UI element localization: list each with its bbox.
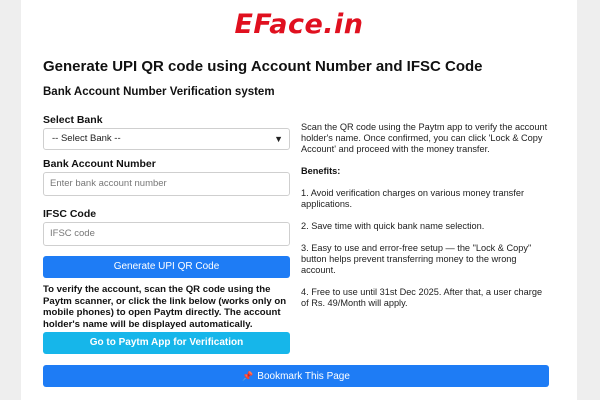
ifsc-input[interactable]: IFSC code: [43, 222, 290, 246]
bank-label: Select Bank: [43, 114, 103, 126]
pushpin-icon: 📌: [242, 371, 254, 381]
bookmark-button[interactable]: 📌 Bookmark This Page: [43, 365, 549, 387]
page-subtitle: Bank Account Number Verification system: [43, 86, 275, 98]
benefits-heading: Benefits:: [301, 166, 341, 176]
site-logo[interactable]: EFace.in: [21, 9, 577, 40]
generate-qr-button[interactable]: Generate UPI QR Code: [43, 256, 290, 278]
benefit-item: 4. Free to use until 31st Dec 2025. Afte…: [301, 287, 543, 308]
chevron-down-icon: ▼: [274, 134, 283, 144]
page-title: Generate UPI QR code using Account Numbe…: [43, 58, 483, 75]
bank-select[interactable]: -- Select Bank -- ▼: [43, 128, 290, 150]
benefit-item: 1. Avoid verification charges on various…: [301, 188, 524, 209]
paytm-verification-button[interactable]: Go to Paytm App for Verification: [43, 332, 290, 354]
benefit-item: 2. Save time with quick bank name select…: [301, 221, 485, 231]
main-card: EFace.in Generate UPI QR code using Acco…: [21, 0, 577, 400]
benefit-item: 3. Easy to use and error-free setup — th…: [301, 243, 532, 275]
info-panel: Scan the QR code using the Paytm app to …: [301, 122, 549, 309]
bookmark-label: Bookmark This Page: [257, 371, 350, 382]
info-intro: Scan the QR code using the Paytm app to …: [301, 122, 548, 154]
account-number-input[interactable]: Enter bank account number: [43, 172, 290, 196]
bank-select-value: -- Select Bank --: [52, 133, 121, 144]
verification-note: To verify the account, scan the QR code …: [43, 284, 287, 330]
ifsc-label: IFSC Code: [43, 208, 97, 220]
account-label: Bank Account Number: [43, 158, 156, 170]
